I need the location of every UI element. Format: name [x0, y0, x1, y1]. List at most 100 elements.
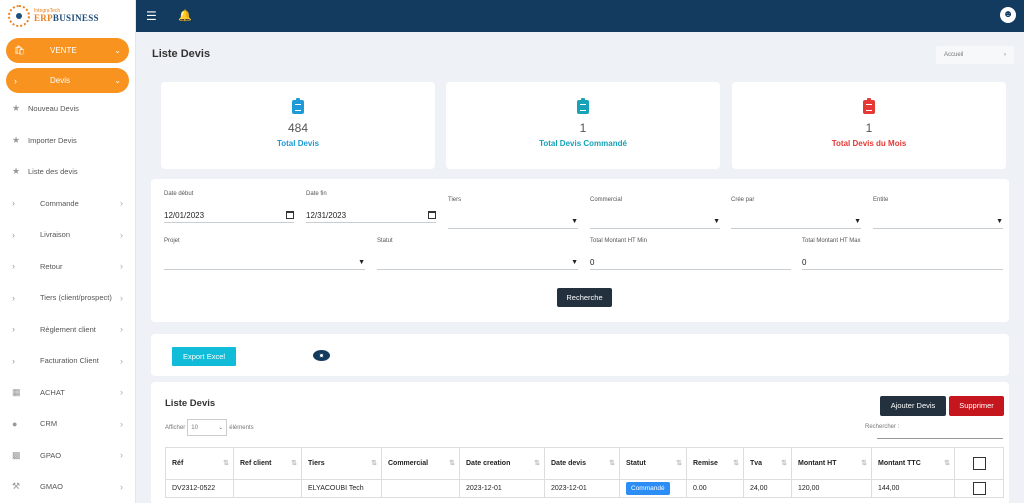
logo[interactable]: IntegraTech ERPBUSINESS	[0, 0, 135, 32]
calendar-icon[interactable]	[428, 211, 436, 219]
clipboard-icon	[577, 98, 589, 114]
sidebar-item-nouveau-devis[interactable]: ★ Nouveau Devis	[0, 93, 135, 125]
sort-icon: ⇅	[371, 460, 377, 467]
sidebar-item-tiers[interactable]: › Tiers (client/prospect) ›	[0, 282, 135, 314]
sidebar-item-gpao[interactable]: ▩ GPAO ›	[0, 440, 135, 472]
sidebar-item-crm[interactable]: ● CRM ›	[0, 408, 135, 440]
commercial-select[interactable]: Commercial ▼	[590, 197, 720, 229]
column-header-tiers[interactable]: Tiers ⇅	[301, 447, 382, 480]
table-row[interactable]: DV2312-0522 ELYACOUBI Tech 2023-12-01 20…	[165, 479, 1004, 498]
chevron-right-icon: ›	[120, 261, 123, 272]
sidebar-item-importer-devis[interactable]: ★ Importer Devis	[0, 125, 135, 157]
statut-select[interactable]: Statut ▼	[377, 238, 578, 270]
star-icon: ★	[12, 103, 21, 114]
logo-icon	[8, 5, 30, 27]
sort-icon: ⇅	[781, 460, 787, 467]
column-header-date-devis[interactable]: Date devis ⇅	[544, 447, 620, 480]
eye-icon[interactable]	[313, 350, 330, 361]
basket-icon: ▦	[12, 386, 21, 397]
sidebar-item-devis[interactable]: › Devis ⌄	[6, 68, 129, 93]
page-length-select[interactable]: 10 ⌄	[187, 419, 228, 436]
star-icon: ★	[12, 166, 21, 177]
sort-icon: ⇅	[676, 460, 682, 467]
sidebar-item-commande[interactable]: › Commande ›	[0, 188, 135, 220]
chevron-down-icon: ⌄	[218, 425, 224, 431]
chevron-right-icon: ›	[120, 450, 123, 461]
caret-down-icon: ▼	[854, 217, 861, 225]
sort-icon: ⇅	[449, 460, 455, 467]
sidebar-item-liste-devis[interactable]: ★ Liste des devis	[0, 156, 135, 188]
sidebar-item-vente[interactable]: 🛍 VENTE ⌄	[6, 38, 129, 63]
sort-icon: ⇅	[733, 460, 739, 467]
cree-par-select[interactable]: Crée par ▼	[731, 197, 861, 229]
caret-down-icon: ▼	[358, 258, 365, 266]
caret-down-icon: ▼	[713, 217, 720, 225]
user-avatar-icon[interactable]: ☻	[1000, 7, 1016, 23]
column-header-ref[interactable]: Réf ⇅	[165, 447, 234, 480]
projet-select[interactable]: Projet ▼	[164, 238, 365, 270]
chevron-right-icon: ›	[120, 324, 123, 335]
chevron-right-icon: ›	[12, 229, 15, 240]
column-header-montant-ttc[interactable]: Montant TTC ⇅	[871, 447, 955, 480]
column-header-ref-client[interactable]: Ref client ⇅	[233, 447, 302, 480]
sidebar-item-retour[interactable]: › Retour ›	[0, 251, 135, 283]
chevron-right-icon: ›	[12, 355, 15, 366]
main-content: Liste Devis Accueil › 484 Total Devis 1 …	[136, 32, 1024, 503]
chevron-down-icon: ⌄	[114, 76, 121, 85]
montant-max-input[interactable]: Total Montant HT Max 0	[802, 238, 1003, 270]
column-header-select-all	[954, 447, 1004, 480]
column-header-commercial[interactable]: Commercial ⇅	[381, 447, 460, 480]
sidebar-item-livraison[interactable]: › Livraison ›	[0, 219, 135, 251]
select-all-checkbox[interactable]	[972, 457, 986, 470]
sort-icon: ⇅	[861, 460, 867, 467]
row-checkbox[interactable]	[972, 482, 986, 495]
chevron-right-icon: ›	[120, 229, 123, 240]
clipboard-icon	[863, 98, 875, 114]
add-devis-button[interactable]: Ajouter Devis	[880, 396, 946, 416]
stat-total-devis: 484 Total Devis	[161, 82, 435, 169]
column-header-remise[interactable]: Remise ⇅	[686, 447, 744, 480]
date-debut-field[interactable]: Date début 12/01/2023	[164, 191, 294, 223]
date-fin-field[interactable]: Date fin 12/31/2023	[306, 191, 436, 223]
stat-total-devis-mois: 1 Total Devis du Mois	[732, 82, 1006, 169]
sidebar-item-gmao[interactable]: ⚒ GMAO ›	[0, 471, 135, 503]
column-header-statut[interactable]: Statut ⇅	[619, 447, 687, 480]
search-button[interactable]: Recherche	[557, 288, 612, 307]
caret-down-icon: ▼	[571, 217, 578, 225]
breadcrumb-home[interactable]: Accueil	[944, 52, 1004, 58]
bell-icon[interactable]: 🔔	[178, 9, 192, 22]
actions-panel: Export Excel	[151, 334, 1009, 376]
column-header-date-creation[interactable]: Date creation ⇅	[459, 447, 545, 480]
star-icon: ★	[12, 134, 21, 145]
status-badge: Commandé	[626, 482, 670, 495]
sidebar-item-achat[interactable]: ▦ ACHAT ›	[0, 377, 135, 409]
shopping-bag-icon: 🛍	[14, 45, 26, 55]
column-header-montant-ht[interactable]: Montant HT ⇅	[791, 447, 872, 480]
table-search-input[interactable]	[877, 427, 1003, 439]
chevron-down-icon: ⌄	[114, 46, 121, 55]
chevron-right-icon: ›	[12, 324, 15, 335]
sort-icon: ⇅	[534, 460, 540, 467]
chevron-right-icon: ›	[1004, 52, 1006, 58]
logo-brand: ERPBUSINESS	[34, 13, 99, 23]
sidebar-item-reglement-client[interactable]: › Règlement client ›	[0, 314, 135, 346]
caret-down-icon: ▼	[996, 217, 1003, 225]
entite-select[interactable]: Entite ▼	[873, 197, 1003, 229]
tiers-select[interactable]: Tiers ▼	[448, 197, 578, 229]
calendar-icon[interactable]	[286, 211, 294, 219]
breadcrumb[interactable]: Accueil ›	[936, 46, 1014, 64]
sort-icon: ⇅	[223, 460, 229, 467]
clipboard-icon	[292, 98, 304, 114]
montant-min-input[interactable]: Total Montant HT Min 0	[590, 238, 791, 270]
topbar: ☰ 🔔 ☻	[136, 0, 1024, 32]
chevron-right-icon: ›	[120, 355, 123, 366]
list-title: Liste Devis	[165, 398, 216, 409]
chevron-right-icon: ›	[12, 261, 15, 272]
sort-icon: ⇅	[944, 460, 950, 467]
column-header-tva[interactable]: Tva ⇅	[743, 447, 792, 480]
export-excel-button[interactable]: Export Excel	[172, 347, 236, 366]
menu-toggle-icon[interactable]: ☰	[146, 10, 157, 22]
sidebar-item-facturation-client[interactable]: › Facturation Client ›	[0, 345, 135, 377]
delete-button[interactable]: Supprimer	[949, 396, 1004, 416]
chevron-right-icon: ›	[120, 418, 123, 429]
